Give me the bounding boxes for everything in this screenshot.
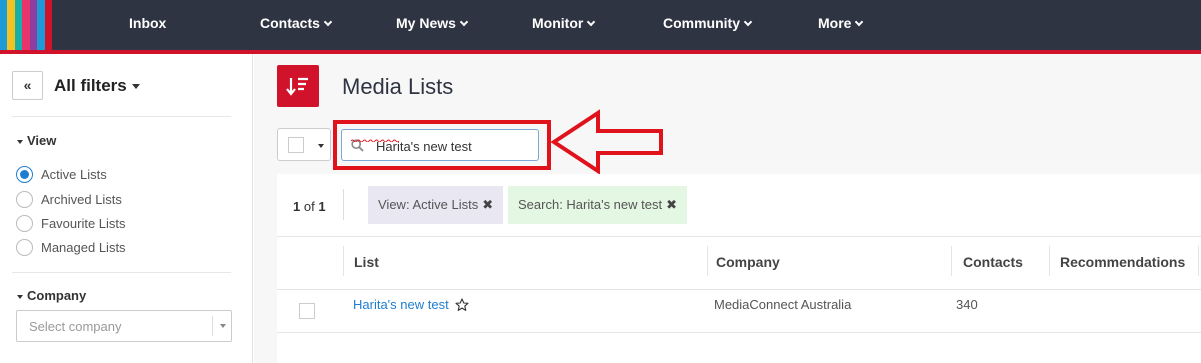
pager-total: 1 <box>318 199 326 214</box>
nav-monitor-label: Monitor <box>532 15 584 31</box>
header-divider <box>277 289 1201 290</box>
caret-down-icon <box>17 139 23 144</box>
contacts-cell: 340 <box>956 297 978 312</box>
nav-community-label: Community <box>663 15 740 31</box>
radio-active-lists[interactable]: Active Lists <box>16 164 107 184</box>
radio-button-selected[interactable] <box>16 165 33 183</box>
search-field[interactable] <box>341 129 539 161</box>
nav-my-news-label: My News <box>396 15 456 31</box>
toolbar-divider <box>277 236 1201 237</box>
company-cell: MediaConnect Australia <box>714 297 852 312</box>
select-separator <box>212 316 213 336</box>
all-filters-dropdown[interactable]: All filters <box>54 76 140 96</box>
company-section-toggle[interactable]: Company <box>17 288 86 303</box>
filters-sidebar: « All filters View Active Lists Archived… <box>0 54 253 363</box>
row-checkbox[interactable] <box>299 303 315 319</box>
sidebar-divider <box>12 116 231 117</box>
view-section-toggle[interactable]: View <box>17 133 56 148</box>
brand-logo[interactable] <box>0 0 52 50</box>
radio-label: Managed Lists <box>41 239 126 255</box>
caret-down-icon <box>131 84 140 90</box>
column-separator <box>707 246 708 276</box>
annotation-arrow-icon <box>550 109 663 175</box>
double-chevron-left-icon: « <box>23 77 32 93</box>
radio-label: Archived Lists <box>41 191 122 207</box>
chevron-down-icon <box>587 17 596 27</box>
company-select-placeholder: Select company <box>29 319 122 334</box>
list-name-link[interactable]: Harita's new test <box>353 297 449 312</box>
sidebar-divider <box>12 272 231 273</box>
remove-filter-icon[interactable]: ✖ <box>482 197 493 212</box>
search-input[interactable] <box>376 136 531 156</box>
all-filters-label: All filters <box>54 76 127 95</box>
chevron-down-icon <box>323 17 333 27</box>
pager-of: of <box>303 199 315 214</box>
main-content: Media Lists 1 of 1 View: Active Lists✖ S… <box>254 54 1201 363</box>
column-header-contacts[interactable]: Contacts <box>963 254 1023 270</box>
nav-my-news[interactable]: My News <box>396 0 469 50</box>
nav-monitor[interactable]: Monitor <box>532 0 596 50</box>
filter-chip-search: Search: Harita's new test ✖ <box>508 186 688 224</box>
bulk-select-dropdown[interactable] <box>277 128 331 161</box>
nav-inbox-label: Inbox <box>129 15 167 31</box>
radio-button[interactable] <box>16 190 33 208</box>
remove-filter-icon[interactable]: ✖ <box>666 197 677 212</box>
star-outline-icon[interactable] <box>455 298 469 312</box>
column-separator <box>1049 246 1050 276</box>
top-nav-bar: Inbox Contacts My News Monitor Community… <box>0 0 1201 50</box>
company-select[interactable]: Select company <box>16 310 232 342</box>
column-separator <box>951 246 952 276</box>
view-section-title: View <box>27 133 57 148</box>
radio-label: Active Lists <box>41 166 107 182</box>
pagination-info: 1 of 1 <box>293 199 326 214</box>
nav-contacts[interactable]: Contacts <box>260 0 333 50</box>
radio-button[interactable] <box>16 238 33 256</box>
sort-icon <box>277 65 319 107</box>
chevron-down-icon <box>743 17 753 27</box>
column-header-recommendations[interactable]: Recommendations <box>1060 254 1185 270</box>
page-title: Media Lists <box>342 74 454 99</box>
column-header-list[interactable]: List <box>354 254 379 270</box>
column-header-company[interactable]: Company <box>716 254 780 270</box>
pager-divider <box>343 189 344 220</box>
collapse-sidebar-button[interactable]: « <box>12 71 43 100</box>
pager-current: 1 <box>293 199 301 214</box>
radio-managed-lists[interactable]: Managed Lists <box>16 237 126 257</box>
row-divider <box>277 332 1201 333</box>
nav-more[interactable]: More <box>818 0 864 50</box>
company-section-title: Company <box>27 288 87 303</box>
filter-chip-label: View: Active Lists <box>378 197 479 212</box>
caret-down-icon <box>318 144 324 148</box>
column-separator <box>1198 246 1199 276</box>
column-separator <box>343 246 344 276</box>
spellcheck-underline <box>351 139 399 142</box>
nav-community[interactable]: Community <box>663 0 753 50</box>
radio-archived-lists[interactable]: Archived Lists <box>16 189 122 209</box>
radio-label: Favourite Lists <box>41 215 126 231</box>
select-all-checkbox[interactable] <box>288 137 304 153</box>
nav-more-label: More <box>818 15 852 31</box>
filter-chip-label: Search: Harita's new test <box>518 197 663 212</box>
caret-down-icon <box>220 324 226 328</box>
nav-contacts-label: Contacts <box>260 15 320 31</box>
radio-button[interactable] <box>16 214 33 232</box>
nav-inbox[interactable]: Inbox <box>129 0 166 50</box>
chevron-down-icon <box>855 17 864 27</box>
caret-down-icon <box>17 294 23 299</box>
results-panel: 1 of 1 View: Active Lists ✖ Search: Harit… <box>277 174 1201 363</box>
radio-favourite-lists[interactable]: Favourite Lists <box>16 213 126 233</box>
filter-chip-view: View: Active Lists ✖ <box>368 186 504 224</box>
chevron-down-icon <box>459 17 469 27</box>
